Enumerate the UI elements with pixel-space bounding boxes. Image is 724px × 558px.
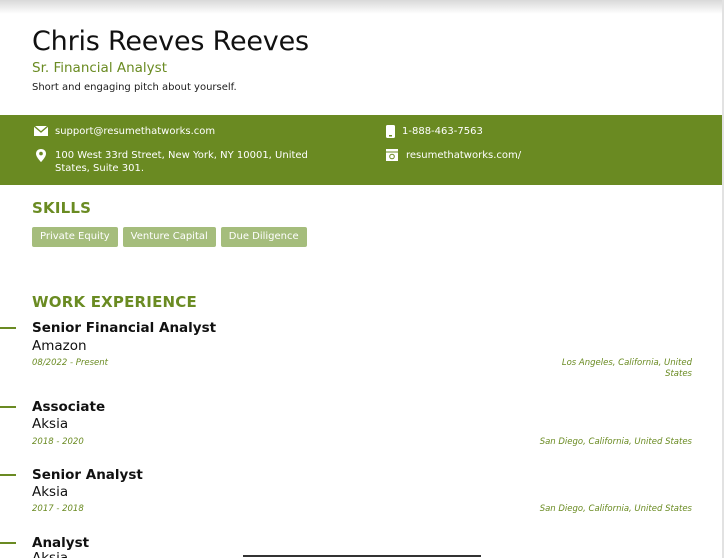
skills-heading: SKILLS — [32, 199, 92, 217]
address-line-2: States, Suite 301. — [55, 163, 145, 174]
job-entry: Senior Financial Analyst Amazon 08/2022 … — [0, 320, 722, 390]
job-role: Associate — [32, 399, 106, 415]
address-line-1: 100 West 33rd Street, New York, NY 10001… — [55, 150, 308, 161]
contact-band: support@resumethatworks.com 1-888-463-75… — [0, 115, 722, 185]
contact-email[interactable]: support@resumethatworks.com — [34, 125, 215, 138]
skill-tag: Private Equity — [32, 227, 118, 247]
page-break-line — [243, 555, 481, 557]
job-marker — [0, 327, 16, 329]
location-pin-icon — [34, 148, 48, 162]
skill-tag: Venture Capital — [122, 227, 216, 247]
top-shadow — [0, 0, 724, 14]
job-role: Analyst — [32, 535, 90, 551]
phone-icon — [385, 124, 395, 138]
job-marker — [0, 406, 16, 408]
job-entry: Associate Aksia 2018 - 2020 San Diego, C… — [0, 399, 722, 459]
contact-address: 100 West 33rd Street, New York, NY 10001… — [34, 148, 308, 175]
resume-header: Chris Reeves Reeves Sr. Financial Analys… — [32, 24, 309, 93]
job-dates: 2017 - 2018 — [32, 504, 84, 514]
candidate-name: Chris Reeves Reeves — [32, 26, 309, 57]
contact-phone[interactable]: 1-888-463-7563 — [385, 124, 483, 138]
job-location: San Diego, California, United States — [539, 504, 692, 514]
job-role: Senior Financial Analyst — [32, 320, 217, 336]
job-role: Senior Analyst — [32, 467, 143, 483]
job-marker — [0, 474, 16, 476]
website-text: resumethatworks.com/ — [406, 150, 522, 161]
job-company: Amazon — [32, 338, 87, 354]
skills-list: Private Equity Venture Capital Due Dilig… — [32, 227, 307, 247]
contact-website[interactable]: resumethatworks.com/ — [385, 149, 521, 162]
candidate-title: Sr. Financial Analyst — [32, 60, 167, 76]
skill-tag: Due Diligence — [220, 227, 307, 247]
job-company: Aksia — [32, 484, 69, 500]
email-text: support@resumethatworks.com — [55, 126, 216, 137]
job-dates: 2018 - 2020 — [32, 437, 84, 447]
job-company: Aksia — [32, 550, 69, 558]
candidate-pitch: Short and engaging pitch about yourself. — [32, 82, 237, 93]
job-company: Aksia — [32, 416, 69, 432]
job-marker — [0, 542, 16, 544]
job-location: Los Angeles, California, United States — [532, 358, 692, 380]
website-icon — [385, 149, 399, 161]
job-dates: 08/2022 - Present — [32, 358, 109, 368]
job-location-line-2: States — [665, 369, 692, 379]
envelope-icon — [34, 125, 48, 137]
job-entry: Senior Analyst Aksia 2017 - 2018 San Die… — [0, 467, 722, 527]
job-location-line-1: Los Angeles, California, United — [561, 358, 692, 368]
job-location: San Diego, California, United States — [539, 437, 692, 447]
phone-text: 1-888-463-7563 — [402, 126, 483, 137]
work-experience-heading: WORK EXPERIENCE — [32, 293, 197, 311]
